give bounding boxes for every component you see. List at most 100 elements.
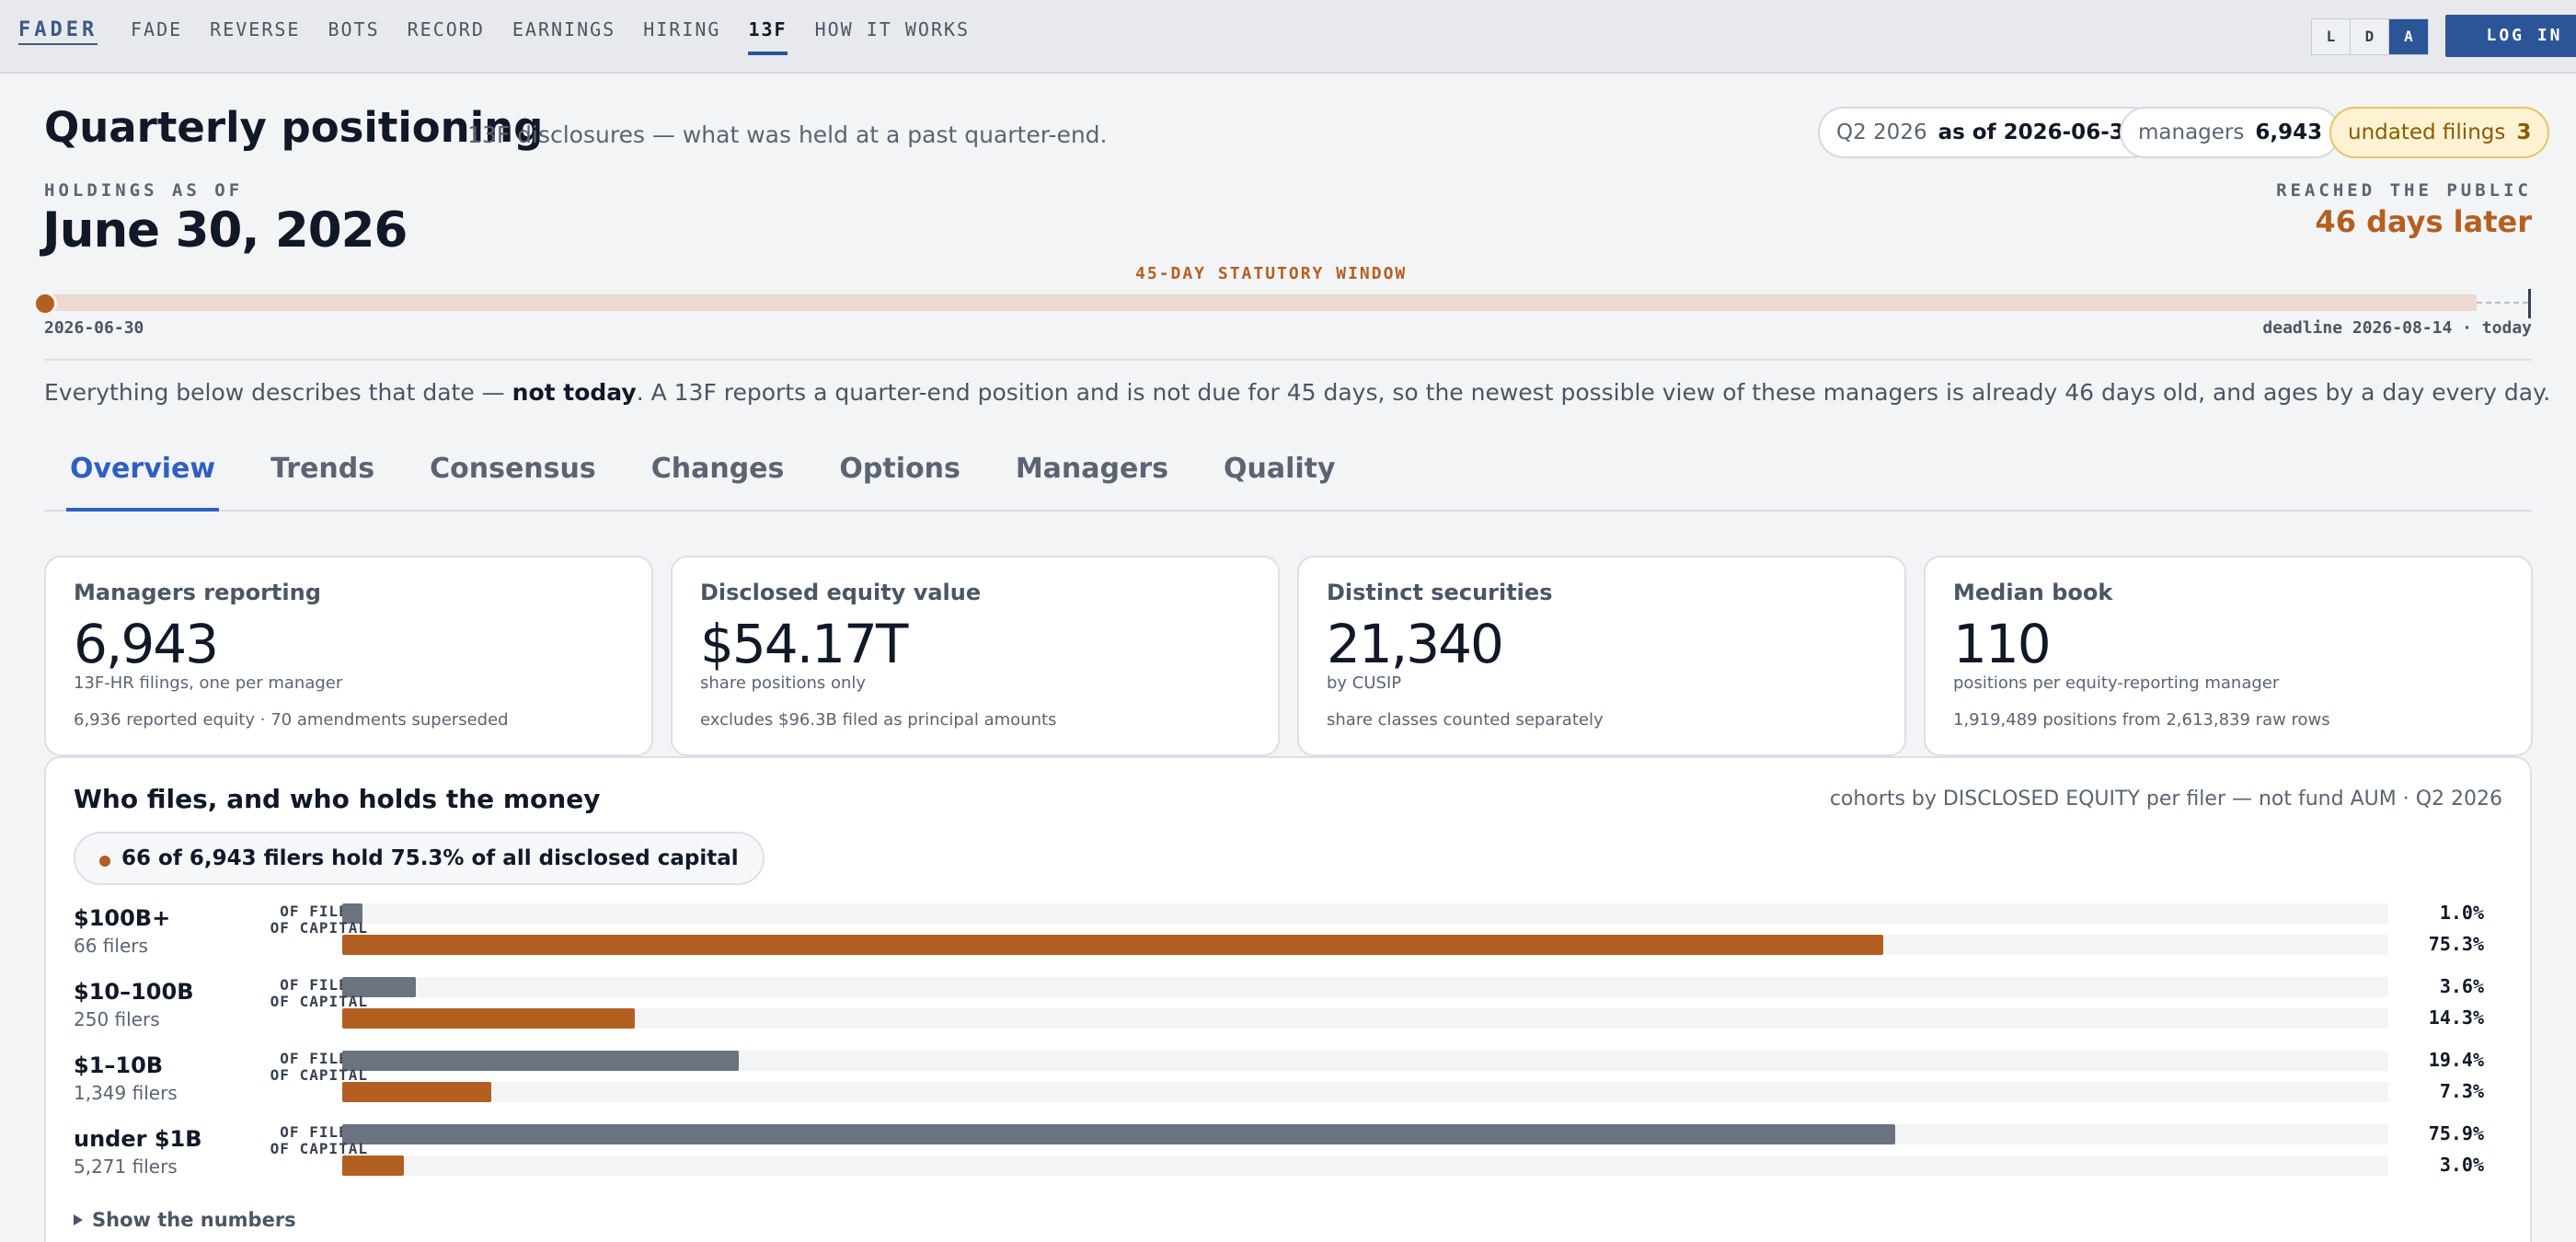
reached-public-value: 46 days later xyxy=(2315,204,2532,239)
capital-pct-label: 3.0% xyxy=(2439,1154,2484,1176)
statutory-window-track xyxy=(44,294,2477,311)
nav-record[interactable]: RECORD xyxy=(408,0,485,55)
section-tabs: Overview Trends Consensus Changes Option… xyxy=(44,440,2532,512)
quarter-pill[interactable]: Q2 2026 as of 2026-06-30 xyxy=(1818,107,2157,158)
capital-bar xyxy=(342,935,1883,955)
capital-pct-label: 75.3% xyxy=(2428,933,2484,955)
bar-track xyxy=(342,977,2388,997)
stat-subtitle: by CUSIP xyxy=(1327,673,1402,693)
cohort-row: under $1B 5,271 filers OF FILERS 75.9% OF CA… xyxy=(74,1121,2506,1194)
tab-options[interactable]: Options xyxy=(835,440,963,512)
nav-fade[interactable]: FADE xyxy=(131,0,182,55)
theme-light-button[interactable]: L xyxy=(2312,19,2351,54)
theme-toggle: L D A xyxy=(2311,18,2429,55)
stat-footnote: share classes counted separately xyxy=(1327,710,1604,730)
stat-value: $54.17T xyxy=(700,613,908,675)
main-nav: FADE REVERSE BOTS RECORD EARNINGS HIRING… xyxy=(131,0,997,74)
divider xyxy=(44,359,2532,361)
tab-overview[interactable]: Overview xyxy=(66,440,220,512)
overdue-segment xyxy=(2477,302,2528,304)
managers-pill-key: managers xyxy=(2138,121,2245,144)
filers-pct-label: 1.0% xyxy=(2439,902,2484,924)
nav-bots[interactable]: BOTS xyxy=(328,0,379,55)
statutory-window-label: 45-DAY STATUTORY WINDOW xyxy=(1135,264,1408,283)
cohort-row: $10–100B 250 filers OF FILERS 3.6% OF CAPITA… xyxy=(74,973,2506,1047)
undated-pill-value: 3 xyxy=(2516,121,2532,144)
capital-bar xyxy=(342,1082,491,1102)
not-today-emphasis: not today xyxy=(512,379,637,406)
stat-footnote: excludes $96.3B filed as principal amoun… xyxy=(700,710,1057,730)
filers-bar xyxy=(342,1124,1895,1144)
stat-subtitle: positions per equity-reporting manager xyxy=(1953,673,2280,693)
bar-track xyxy=(342,1082,2388,1102)
nav-13f[interactable]: 13F xyxy=(748,0,788,55)
stat-value: 21,340 xyxy=(1327,613,1504,675)
managers-pill-value: 6,943 xyxy=(2255,121,2323,144)
nav-how-it-works[interactable]: HOW IT WORKS xyxy=(815,0,971,55)
undated-filings-pill[interactable]: undated filings 3 xyxy=(2329,107,2550,158)
stat-subtitle: share positions only xyxy=(700,673,867,693)
tab-changes[interactable]: Changes xyxy=(648,440,788,512)
stat-title: Managers reporting xyxy=(74,580,321,605)
bar-track xyxy=(342,903,2388,924)
tab-consensus[interactable]: Consensus xyxy=(426,440,600,512)
filers-pct-label: 3.6% xyxy=(2439,975,2484,997)
concentration-callout: 66 of 6,943 filers hold 75.3% of all dis… xyxy=(74,832,765,885)
cohort-count: 5,271 filers xyxy=(74,1156,178,1178)
stat-footnote: 6,936 reported equity · 70 amendments su… xyxy=(74,710,509,730)
nav-reverse[interactable]: REVERSE xyxy=(210,0,300,55)
bar-track xyxy=(342,935,2388,955)
page-subtitle: 13F disclosures — what was held at a pas… xyxy=(467,121,1108,148)
managers-pill[interactable]: managers 6,943 xyxy=(2120,107,2341,158)
capital-pct-label: 7.3% xyxy=(2439,1080,2484,1102)
quarter-end-marker xyxy=(33,292,57,316)
top-nav-bar: FADER FADE REVERSE BOTS RECORD EARNINGS … xyxy=(0,0,2576,74)
login-button[interactable]: LOG IN xyxy=(2445,15,2576,57)
stat-card-managers: Managers reporting 6,943 13F-HR filings,… xyxy=(44,556,653,756)
brand-logo[interactable]: FADER xyxy=(18,18,98,45)
tab-trends[interactable]: Trends xyxy=(267,440,378,512)
theme-auto-button[interactable]: A xyxy=(2389,19,2428,54)
stat-title: Distinct securities xyxy=(1327,580,1553,605)
filers-pct-label: 75.9% xyxy=(2428,1122,2484,1144)
stat-subtitle: 13F-HR filings, one per manager xyxy=(74,673,343,693)
undated-pill-key: undated filings xyxy=(2348,121,2506,144)
tab-managers[interactable]: Managers xyxy=(1012,440,1172,512)
theme-dark-button[interactable]: D xyxy=(2351,19,2389,54)
show-numbers-toggle[interactable]: Show the numbers xyxy=(74,1209,296,1231)
capital-bar xyxy=(342,1008,635,1029)
explainer-note: Everything below describes that date — n… xyxy=(44,379,2551,406)
cohort-count: 250 filers xyxy=(74,1008,160,1030)
bar-track xyxy=(342,1051,2388,1071)
stat-card-equity-value: Disclosed equity value $54.17T share pos… xyxy=(671,556,1280,756)
cohort-panel-note: cohorts by DISCLOSED EQUITY per filer — … xyxy=(1829,788,2502,811)
stat-footnote: 1,919,489 positions from 2,613,839 raw r… xyxy=(1953,710,2330,730)
bar-track xyxy=(342,1156,2388,1176)
filers-pct-label: 19.4% xyxy=(2428,1049,2484,1071)
stat-card-median-book: Median book 110 positions per equity-rep… xyxy=(1924,556,2533,756)
stat-value: 110 xyxy=(1953,613,2052,675)
cohort-name: $100B+ xyxy=(74,905,171,931)
timeline-start-label: 2026-06-30 xyxy=(44,318,144,338)
cohort-count: 1,349 filers xyxy=(74,1082,178,1104)
stat-title: Median book xyxy=(1953,580,2113,605)
bar-track xyxy=(342,1008,2388,1029)
cohort-panel-title: Who files, and who holds the money xyxy=(74,784,601,814)
nav-earnings[interactable]: EARNINGS xyxy=(512,0,615,55)
cohort-name: $10–100B xyxy=(74,979,194,1005)
cohort-panel: Who files, and who holds the money cohor… xyxy=(44,756,2532,1242)
cohort-name: under $1B xyxy=(74,1126,202,1152)
cohort-name: $1–10B xyxy=(74,1052,164,1078)
quarter-pill-value: as of 2026-06-30 xyxy=(1938,121,2139,144)
disclosure-triangle-icon xyxy=(74,1214,83,1225)
cohort-row: $100B+ 66 filers OF FILERS 1.0% OF CAPITAL 75… xyxy=(74,900,2506,973)
timeline-end-label: deadline 2026-08-14 · today xyxy=(2262,318,2532,338)
today-marker xyxy=(2528,289,2531,318)
stat-value: 6,943 xyxy=(74,613,219,675)
capital-bar xyxy=(342,1156,404,1176)
cohort-count: 66 filers xyxy=(74,935,148,957)
holdings-as-of-date: June 30, 2026 xyxy=(42,202,408,259)
reached-public-label: REACHED THE PUBLIC xyxy=(2276,180,2532,201)
nav-hiring[interactable]: HIRING xyxy=(643,0,720,55)
tab-quality[interactable]: Quality xyxy=(1220,440,1340,512)
